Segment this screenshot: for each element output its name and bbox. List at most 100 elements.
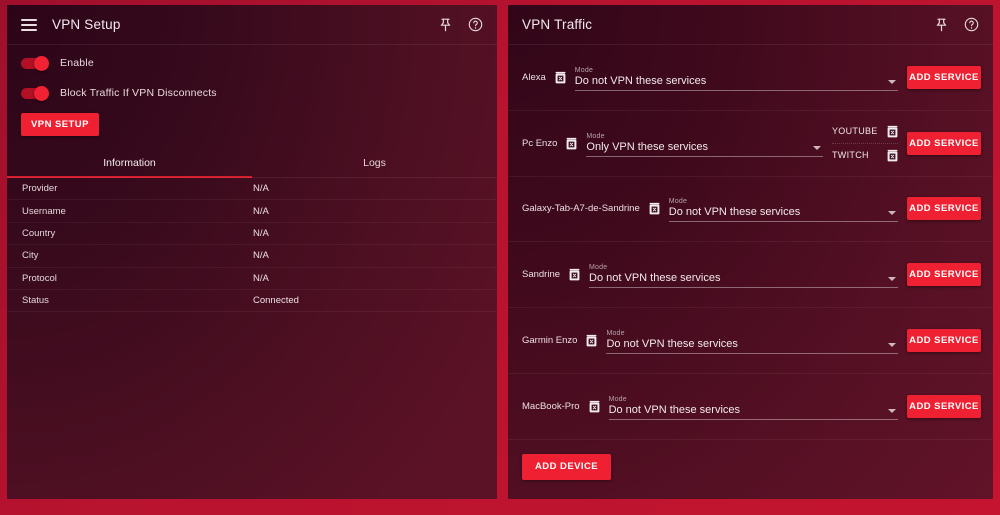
device-name: Galaxy-Tab-A7-de-Sandrine (522, 203, 640, 215)
information-table: Provider N/A Username N/A Country N/A City N/A P… (7, 178, 497, 313)
add-service-button[interactable]: ADD SERVICE (907, 197, 981, 221)
device-row: Garmin Enzo Mode Do not VPN these services… (508, 308, 993, 374)
device-row: Alexa Mode Do not VPN these services ADD SE… (508, 45, 993, 111)
info-value: N/A (253, 183, 269, 195)
mode-select[interactable]: Mode Do not VPN these services (589, 261, 898, 289)
mode-value: Do not VPN these services (668, 206, 801, 219)
device-row: MacBook-Pro Mode Do not VPN these services… (508, 374, 993, 440)
delete-icon[interactable] (566, 137, 577, 150)
chevron-down-icon[interactable] (888, 211, 896, 216)
chevron-down-icon[interactable] (888, 408, 896, 413)
mode-select[interactable]: Mode Do not VPN these services (606, 327, 898, 355)
enable-toggle[interactable] (21, 55, 49, 71)
device-list: Alexa Mode Do not VPN these services ADD SE… (508, 45, 993, 440)
enable-toggle-knob (34, 55, 49, 71)
toggle-row-enable: Enable (7, 51, 497, 75)
add-service-button[interactable]: ADD SERVICE (907, 394, 981, 418)
add-service-button[interactable]: ADD SERVICE (907, 131, 981, 155)
add-service-button[interactable]: ADD SERVICE (907, 263, 981, 287)
mode-label: Mode (608, 395, 627, 403)
device-name: Pc Enzo (522, 137, 558, 149)
mode-select-control[interactable]: Only VPN these services (586, 141, 823, 157)
device-name: MacBook-Pro (522, 400, 580, 412)
add-device-button[interactable]: ADD DEVICE (522, 453, 612, 480)
mode-select-control[interactable]: Do not VPN these services (606, 338, 898, 355)
mode-value: Do not VPN these services (589, 272, 721, 285)
page-title: VPN Setup (52, 17, 121, 32)
vpn-setup-button[interactable]: VPN SETUP (21, 113, 99, 136)
chevron-down-icon[interactable] (813, 145, 821, 150)
mode-label: Mode (606, 330, 625, 338)
mode-select-control[interactable]: Do not VPN these services (589, 272, 898, 289)
mode-select[interactable]: Mode Do not VPN these services (574, 64, 898, 91)
service-chip: TWITCH (832, 142, 898, 167)
delete-icon[interactable] (649, 202, 660, 215)
info-value: Connected (253, 295, 299, 307)
info-value: N/A (253, 227, 269, 239)
mode-select-control[interactable]: Do not VPN these services (574, 74, 898, 91)
delete-icon[interactable] (887, 149, 898, 162)
info-key: City (22, 250, 39, 262)
device-name: Garmin Enzo (522, 335, 578, 347)
service-chip-label: TWITCH (832, 150, 869, 161)
table-row: Provider N/A (7, 178, 497, 201)
block-traffic-toggle-label: Block Traffic If VPN Disconnects (60, 87, 217, 99)
block-traffic-toggle[interactable] (21, 85, 49, 101)
mode-label: Mode (589, 264, 608, 272)
pin-icon[interactable] (435, 15, 455, 35)
mode-value: Do not VPN these services (574, 74, 707, 87)
device-row: Sandrine Mode Do not VPN these services ADD… (508, 242, 993, 309)
vpn-traffic-panel: VPN Traffic Alexa Mode Do not VPN these se… (508, 5, 993, 499)
vpn-setup-header: VPN Setup (7, 5, 497, 45)
chevron-down-icon[interactable] (888, 277, 896, 282)
service-chip-list: YOUTUBE TWITCH (832, 120, 898, 167)
mode-select[interactable]: Mode Do not VPN these services (608, 393, 898, 420)
info-key: Username (22, 205, 66, 217)
mode-select-control[interactable]: Do not VPN these services (608, 403, 898, 420)
table-row: Protocol N/A (7, 268, 497, 290)
mode-select-control[interactable]: Do not VPN these services (668, 206, 898, 223)
device-row: Galaxy-Tab-A7-de-Sandrine Mode Do not VPN … (508, 177, 993, 243)
table-row: Country N/A (7, 223, 497, 246)
hamburger-icon[interactable] (21, 18, 37, 31)
info-value: N/A (253, 272, 269, 284)
vpn-traffic-title: VPN Traffic (522, 17, 593, 32)
table-row: City N/A (7, 245, 497, 268)
block-traffic-toggle-knob (34, 85, 49, 101)
mode-select[interactable]: Mode Only VPN these services (586, 130, 823, 157)
delete-icon[interactable] (569, 268, 580, 281)
mode-value: Do not VPN these services (608, 403, 741, 416)
help-circle-icon[interactable] (961, 15, 981, 35)
device-name: Alexa (522, 71, 546, 83)
table-row: Status Connected (7, 290, 497, 313)
delete-icon[interactable] (887, 125, 898, 138)
app-root: VPN Setup Enable Block Traffic If VPN Di… (0, 0, 1000, 515)
left-panel-tabs: Information Logs (7, 150, 497, 178)
delete-icon[interactable] (589, 400, 600, 413)
add-service-button[interactable]: ADD SERVICE (907, 65, 981, 89)
service-chip: YOUTUBE (832, 120, 898, 143)
delete-icon[interactable] (555, 71, 566, 84)
delete-icon[interactable] (586, 334, 597, 347)
tab-information[interactable]: Information (7, 150, 252, 178)
chevron-down-icon[interactable] (888, 343, 896, 348)
pin-icon[interactable] (931, 15, 951, 35)
vpn-traffic-header: VPN Traffic (508, 5, 993, 45)
table-row: Username N/A (7, 200, 497, 223)
device-name: Sandrine (522, 269, 561, 281)
help-circle-icon[interactable] (465, 15, 485, 35)
mode-select[interactable]: Mode Do not VPN these services (668, 195, 898, 223)
chevron-down-icon[interactable] (888, 79, 896, 84)
tab-logs[interactable]: Logs (252, 150, 497, 178)
service-chip-label: YOUTUBE (832, 126, 878, 137)
info-value: N/A (253, 250, 269, 262)
vpn-setup-panel: VPN Setup Enable Block Traffic If VPN Di… (7, 5, 497, 499)
add-service-button[interactable]: ADD SERVICE (907, 329, 981, 353)
info-key: Provider (22, 183, 58, 195)
mode-label: Mode (574, 66, 594, 74)
info-key: Country (22, 227, 56, 239)
mode-value: Do not VPN these services (606, 338, 738, 351)
device-row: Pc Enzo Mode Only VPN these services YOUTUB… (508, 111, 993, 177)
mode-value: Only VPN these services (586, 140, 709, 153)
mode-label: Mode (586, 132, 605, 140)
